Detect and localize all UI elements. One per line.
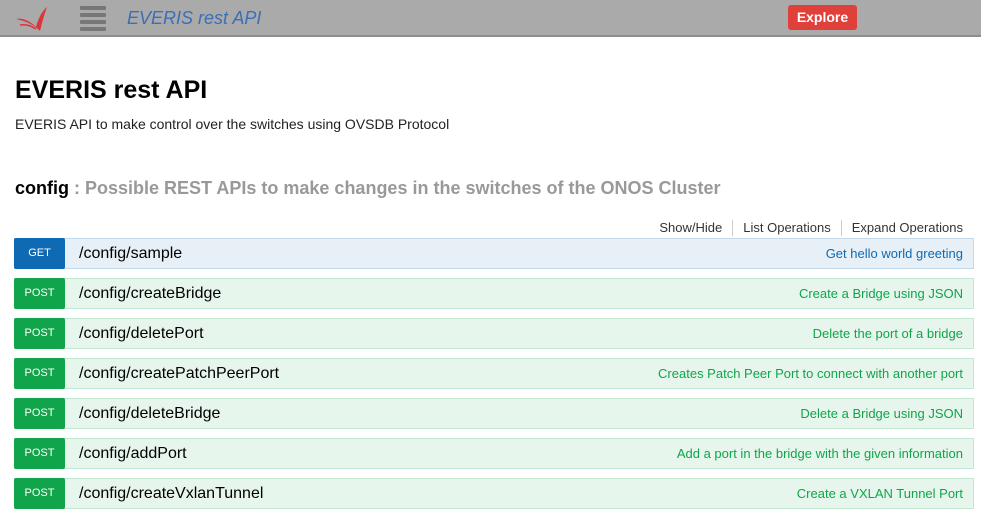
method-badge[interactable]: GET — [14, 238, 65, 269]
resource-name[interactable]: config — [15, 178, 69, 198]
bird-logo-icon[interactable] — [14, 5, 50, 33]
operation-row-post-createvxlantunnel[interactable]: POST /config/createVxlanTunnel Create a … — [14, 478, 974, 509]
operation-path[interactable]: /config/deletePort — [79, 325, 204, 343]
operation-row-post-deletebridge[interactable]: POST /config/deleteBridge Delete a Bridg… — [14, 398, 974, 429]
method-badge[interactable]: POST — [14, 318, 65, 349]
resource-description: : Possible REST APIs to make changes in … — [74, 178, 721, 198]
operation-path[interactable]: /config/addPort — [79, 445, 187, 463]
method-badge[interactable]: POST — [14, 398, 65, 429]
resource-heading[interactable]: config : Possible REST APIs to make chan… — [15, 177, 721, 199]
explore-button[interactable]: Explore — [788, 5, 857, 30]
operation-summary[interactable]: Delete the port of a bridge — [813, 326, 963, 342]
app-title[interactable]: EVERIS rest API — [127, 7, 261, 29]
method-badge[interactable]: POST — [14, 438, 65, 469]
operation-row-post-createpatchpeerport[interactable]: POST /config/createPatchPeerPort Creates… — [14, 358, 974, 389]
operation-summary[interactable]: Delete a Bridge using JSON — [800, 406, 963, 422]
operation-row-post-createbridge[interactable]: POST /config/createBridge Create a Bridg… — [14, 278, 974, 309]
operation-path[interactable]: /config/createVxlanTunnel — [79, 485, 263, 503]
api-description: EVERIS API to make control over the swit… — [15, 116, 450, 132]
operation-summary[interactable]: Get hello world greeting — [826, 246, 963, 262]
expand-operations-link[interactable]: Expand Operations — [842, 220, 963, 236]
operation-row-post-deleteport[interactable]: POST /config/deletePort Delete the port … — [14, 318, 974, 349]
operation-row-post-addport[interactable]: POST /config/addPort Add a port in the b… — [14, 438, 974, 469]
operation-path[interactable]: /config/deleteBridge — [79, 405, 220, 423]
operation-summary[interactable]: Creates Patch Peer Port to connect with … — [658, 366, 963, 382]
api-title: EVERIS rest API — [15, 76, 208, 104]
hamburger-menu-icon[interactable] — [80, 6, 106, 32]
operation-summary[interactable]: Create a VXLAN Tunnel Port — [797, 486, 963, 502]
operation-summary[interactable]: Add a port in the bridge with the given … — [677, 446, 963, 462]
operations-list: GET /config/sample Get hello world greet… — [14, 238, 974, 518]
operation-summary[interactable]: Create a Bridge using JSON — [799, 286, 963, 302]
list-operations-link[interactable]: List Operations — [733, 220, 842, 236]
top-header-bar: EVERIS rest API Explore — [0, 0, 981, 37]
operation-path[interactable]: /config/sample — [79, 245, 182, 263]
operation-row-get-sample[interactable]: GET /config/sample Get hello world greet… — [14, 238, 974, 269]
method-badge[interactable]: POST — [14, 478, 65, 509]
operations-links: Show/Hide List Operations Expand Operati… — [649, 220, 963, 236]
operation-path[interactable]: /config/createBridge — [79, 285, 221, 303]
show-hide-link[interactable]: Show/Hide — [649, 220, 734, 236]
operation-path[interactable]: /config/createPatchPeerPort — [79, 365, 279, 383]
method-badge[interactable]: POST — [14, 278, 65, 309]
method-badge[interactable]: POST — [14, 358, 65, 389]
